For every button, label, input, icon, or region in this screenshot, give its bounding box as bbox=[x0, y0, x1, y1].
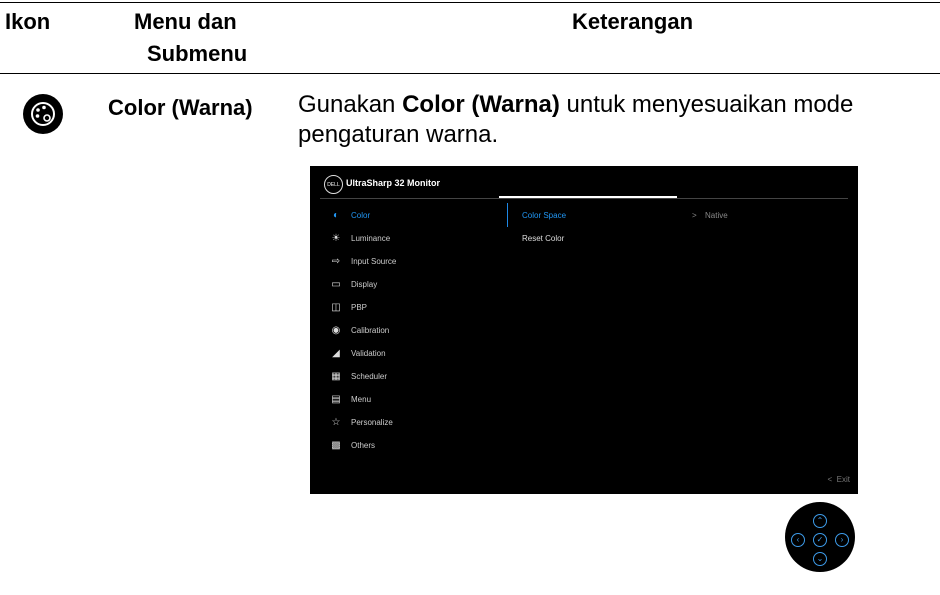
exit-label: Exit bbox=[836, 475, 850, 484]
star-icon: ☆ bbox=[331, 416, 341, 428]
joystick-center-icon: ✓ bbox=[813, 533, 827, 547]
osd-menu-label: Display bbox=[351, 279, 378, 289]
osd-menu-label: Others bbox=[351, 440, 376, 450]
dell-logo: DELL bbox=[324, 175, 343, 194]
calibration-icon: ◉ bbox=[331, 324, 341, 336]
osd-menu-label: Input Source bbox=[351, 256, 397, 266]
osd-menu-label: PBP bbox=[351, 302, 368, 312]
osd-screenshot: DELL UltraSharp 32 Monitor ◐ Color ☀ Lumin… bbox=[310, 166, 858, 494]
desc-pre: Gunakan bbox=[298, 91, 403, 118]
osd-menu-validation[interactable]: ◢ Validation bbox=[330, 346, 386, 360]
scheduler-icon: ▦ bbox=[331, 370, 341, 382]
osd-menu-label: Calibration bbox=[351, 325, 390, 335]
osd-value-arrow: > bbox=[692, 211, 697, 220]
top-rule bbox=[0, 2, 940, 3]
osd-value-native: Native bbox=[705, 211, 728, 220]
osd-divider bbox=[320, 198, 848, 199]
color-palette-icon bbox=[23, 94, 63, 134]
osd-menu-input-source[interactable]: ⇨ Input Source bbox=[330, 254, 397, 268]
validation-icon: ◢ bbox=[332, 347, 340, 359]
osd-menu-label: Luminance bbox=[351, 233, 391, 243]
osd-exit[interactable]: < Exit bbox=[828, 475, 850, 484]
osd-menu-pbp[interactable]: ◫ PBP bbox=[330, 300, 367, 314]
osd-menu-label: Scheduler bbox=[351, 371, 388, 381]
input-icon: ⇨ bbox=[331, 255, 341, 267]
header-menu-line2: Submenu bbox=[147, 41, 248, 66]
osd-selection-line bbox=[507, 203, 508, 227]
osd-menu-personalize[interactable]: ☆ Personalize bbox=[330, 415, 393, 429]
header-menu-line1: Menu dan bbox=[134, 9, 237, 34]
menu-icon: ▤ bbox=[331, 393, 341, 405]
joystick-left-icon: ‹ bbox=[791, 533, 805, 547]
menu-label-color: Color (Warna) bbox=[108, 95, 253, 120]
osd-menu-display[interactable]: ▭ Display bbox=[330, 277, 377, 291]
description-line1: Gunakan Color (Warna) untuk menyesuaikan… bbox=[298, 88, 853, 122]
color-icon: ◐ bbox=[332, 209, 340, 221]
osd-menu-label: Validation bbox=[351, 348, 386, 358]
osd-menu-color[interactable]: ◐ Color bbox=[330, 208, 370, 222]
pbp-icon: ◫ bbox=[331, 301, 341, 313]
osd-menu-label: Color bbox=[351, 210, 371, 220]
osd-menu-others[interactable]: ▩ Others bbox=[330, 438, 375, 452]
joystick-icon: ⌃ ‹ ✓ › ⌄ bbox=[785, 502, 855, 572]
header-keterangan: Keterangan bbox=[572, 9, 694, 34]
osd-title: UltraSharp 32 Monitor bbox=[346, 178, 441, 188]
osd-sub-reset-color[interactable]: Reset Color bbox=[522, 234, 564, 243]
osd-menu-calibration[interactable]: ◉ Calibration bbox=[330, 323, 390, 337]
joystick-right-icon: › bbox=[835, 533, 849, 547]
osd-menu-scheduler[interactable]: ▦ Scheduler bbox=[330, 369, 387, 383]
osd-sub-color-space[interactable]: Color Space bbox=[522, 211, 566, 220]
header-rule bbox=[0, 73, 940, 74]
osd-menu-menu[interactable]: ▤ Menu bbox=[330, 392, 371, 406]
header-ikon: Ikon bbox=[5, 9, 51, 34]
osd-menu-label: Menu bbox=[351, 394, 372, 404]
desc-post: untuk menyesuaikan mode bbox=[559, 91, 854, 118]
display-icon: ▭ bbox=[331, 278, 341, 290]
others-icon: ▩ bbox=[331, 439, 341, 451]
brightness-icon: ☀ bbox=[331, 232, 341, 244]
osd-menu-label: Personalize bbox=[351, 417, 393, 427]
osd-menu-luminance[interactable]: ☀ Luminance bbox=[330, 231, 391, 245]
desc-bold: Color (Warna) bbox=[402, 91, 560, 118]
exit-arrow-icon: < bbox=[827, 475, 833, 484]
joystick-up-icon: ⌃ bbox=[813, 514, 827, 528]
description-line2: pengaturan warna. bbox=[298, 121, 499, 148]
joystick-down-icon: ⌄ bbox=[813, 552, 827, 566]
osd-divider-highlight bbox=[499, 196, 677, 198]
